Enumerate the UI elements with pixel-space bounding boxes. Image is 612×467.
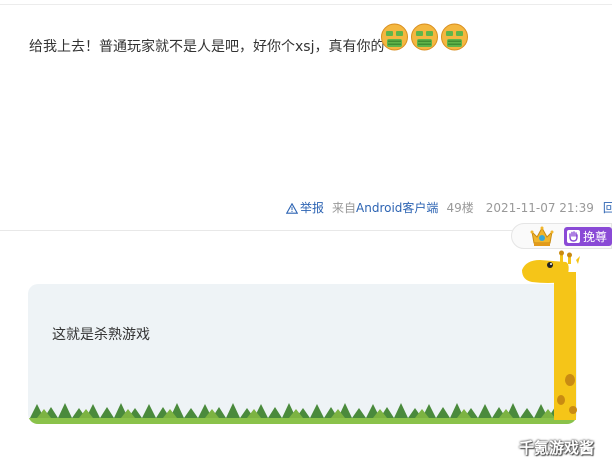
emoji-group [380, 22, 469, 52]
money-face-emoji-icon [410, 22, 439, 52]
post-time: 2021-11-07 21:39 [485, 201, 594, 215]
vip-tag[interactable]: 挽尊 [564, 227, 612, 246]
reply-text: 这就是杀熟游戏 [52, 327, 150, 343]
top-divider [0, 4, 612, 5]
report-button[interactable]: 举报 [286, 200, 324, 216]
reply-card: 这就是杀熟游戏 [28, 284, 577, 424]
reply-button[interactable]: 回复 [603, 200, 612, 216]
page: 给我上去！普通玩家就不是人是吧，好你个xsj，真有你的 举报 来自Android… [0, 0, 612, 467]
post-content: 给我上去！普通玩家就不是人是吧，好你个xsj，真有你的 [29, 36, 384, 58]
vip-label: 挽尊 [583, 230, 608, 244]
post-meta: 举报 来自Android客户端 49楼 2021-11-07 21:39 回复 [286, 200, 612, 216]
money-face-emoji-icon [440, 22, 469, 52]
giraffe-decoration [522, 250, 580, 420]
money-face-emoji-icon [380, 22, 409, 52]
source-info: 来自Android客户端 [332, 200, 438, 216]
warning-icon [286, 202, 298, 214]
post-text: 给我上去！普通玩家就不是人是吧，好你个xsj，真有你的 [29, 39, 385, 55]
floor-number: 49楼 [446, 201, 474, 215]
report-label: 举报 [300, 201, 325, 215]
source-prefix: 来自 [332, 201, 357, 215]
crown-icon [530, 226, 554, 246]
grass-decoration [28, 403, 577, 424]
source-link[interactable]: Android客户端 [356, 201, 438, 215]
watermark: 千氪游戏酱 [519, 439, 595, 457]
hand-icon [567, 230, 580, 243]
